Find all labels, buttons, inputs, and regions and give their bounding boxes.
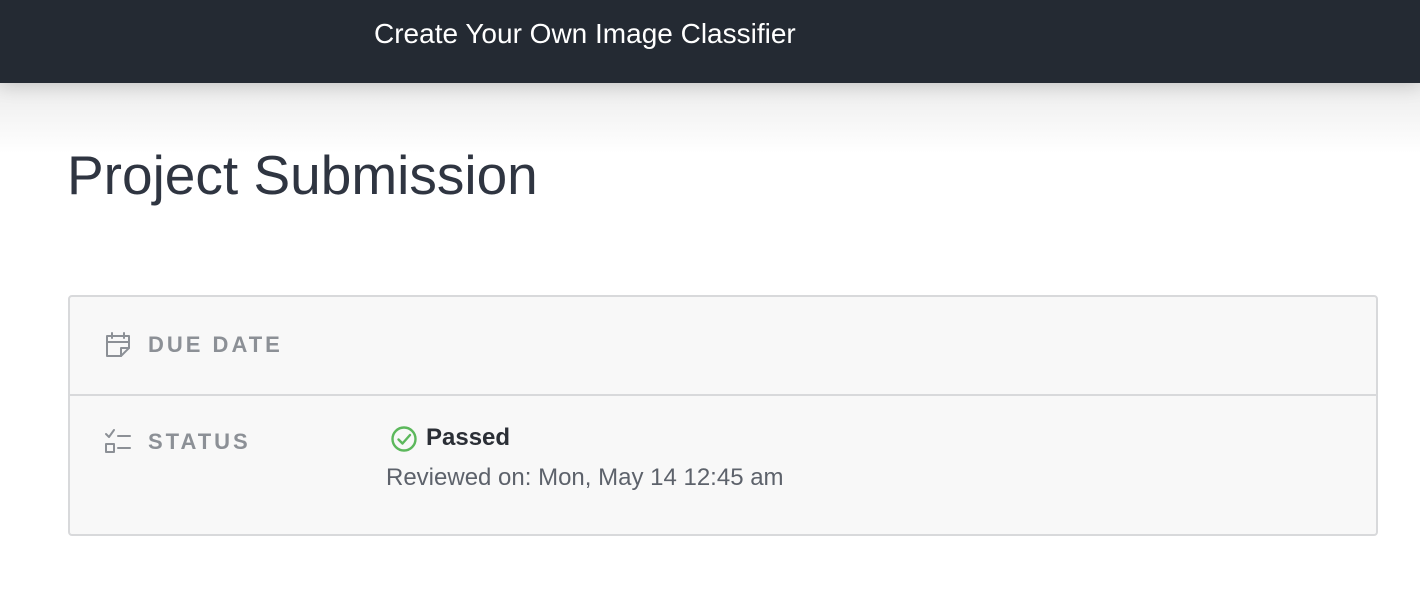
page-title: Project Submission: [67, 144, 538, 206]
calendar-icon: [104, 331, 132, 359]
due-date-label-group: DUE DATE: [104, 331, 283, 359]
due-date-label: DUE DATE: [148, 332, 283, 357]
top-header-bar: Create Your Own Image Classifier: [0, 0, 1420, 83]
status-label: STATUS: [148, 429, 251, 454]
submission-details-card: DUE DATE STATUS Passed Reviewed on: Mon,…: [68, 295, 1378, 536]
reviewed-on-text: Reviewed on: Mon, May 14 12:45 am: [386, 464, 784, 491]
status-text: Passed: [426, 424, 511, 451]
due-date-row: DUE DATE: [70, 297, 1376, 396]
checklist-icon: [104, 428, 132, 456]
course-title[interactable]: Create Your Own Image Classifier: [374, 16, 796, 52]
status-label-group: STATUS: [104, 428, 251, 456]
check-circle-icon: [390, 424, 418, 452]
status-value-group: Passed Reviewed on: Mon, May 14 12:45 am: [386, 424, 784, 492]
status-line: Passed: [390, 424, 784, 452]
status-row: STATUS Passed Reviewed on: Mon, May 14 1…: [70, 396, 1376, 534]
